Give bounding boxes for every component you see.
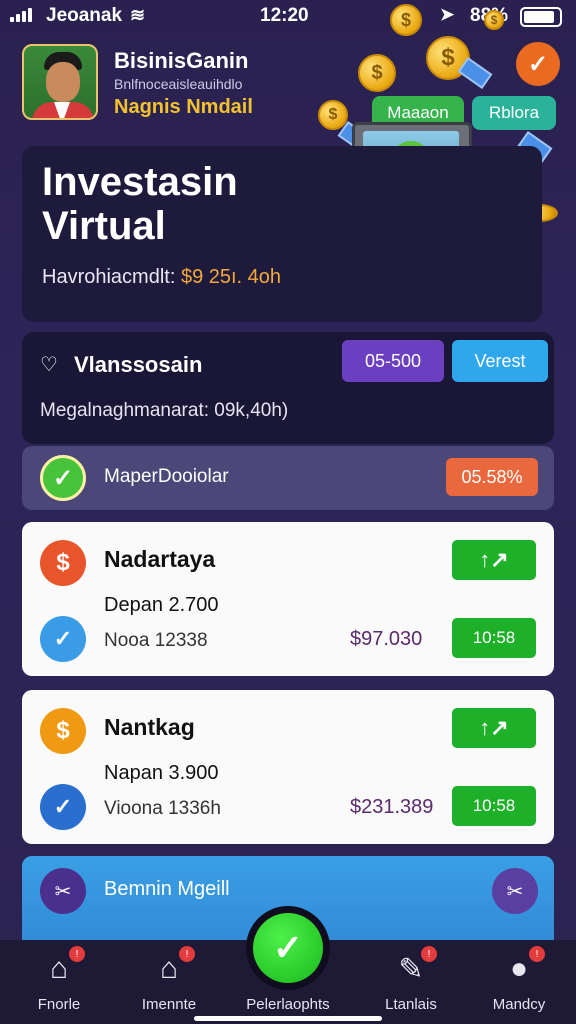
- trend-up-button[interactable]: ↑↗: [452, 540, 536, 580]
- scissors-icon[interactable]: ✂: [492, 868, 538, 914]
- battery-icon: [520, 7, 562, 27]
- heart-icon: ♡: [40, 354, 58, 376]
- investment-name: Nantkag: [104, 714, 195, 740]
- time-button[interactable]: 10:58: [452, 786, 536, 826]
- coin-icon: $: [390, 4, 422, 36]
- nav-label: Ltanlais: [385, 996, 437, 1013]
- avatar[interactable]: [22, 44, 98, 120]
- nav-label: Imennte: [141, 996, 197, 1013]
- check-icon: ✓: [40, 455, 86, 501]
- nav-home[interactable]: ⌂! Fnorle: [4, 940, 114, 1024]
- profile-role: Nagnis Nmdail: [114, 96, 253, 118]
- investment-name: Nadartaya: [104, 546, 216, 572]
- nav-label: Fnorle: [37, 996, 81, 1013]
- coin-icon: $: [358, 54, 396, 92]
- hero-card: Investasin Virtual Havrohiacmdlt: $9 25ı…: [22, 146, 542, 322]
- status-row-label: MaperDooiolar: [104, 466, 229, 487]
- coin-icon: $: [484, 10, 504, 30]
- clock: 12:20: [260, 5, 309, 26]
- investment-deposit: Depan 2.700: [104, 594, 219, 616]
- nav-label: Mandcy: [492, 996, 546, 1013]
- check-icon: ✓: [40, 616, 86, 662]
- nav-house[interactable]: ⌂! Imennte: [114, 940, 224, 1024]
- status-badge: 05.58%: [446, 458, 538, 496]
- profile-name: BisinisGanin: [114, 48, 249, 73]
- dollar-icon: $: [40, 540, 86, 586]
- investment-amount: $97.030: [350, 628, 423, 650]
- summary-card: ♡ Vlanssosain 05-500 Verest Megalnaghman…: [22, 332, 554, 444]
- home-icon: ⌂!: [39, 946, 85, 988]
- check-icon: ✓: [253, 913, 323, 983]
- wifi-icon: ≋: [130, 5, 146, 25]
- center-action-button[interactable]: ✓: [246, 906, 330, 990]
- check-icon: ✓: [40, 784, 86, 830]
- hero-stat: Havrohiacmdlt: $9 25ı. 4oh: [42, 266, 281, 289]
- time-button[interactable]: 10:58: [452, 618, 536, 658]
- investment-deposit: Napan 3.900: [104, 762, 219, 784]
- hero-title: Investasin Virtual: [42, 160, 238, 248]
- teal-pill[interactable]: Rblora: [472, 96, 556, 130]
- check-icon[interactable]: ✓: [516, 42, 560, 86]
- investment-card[interactable]: $ Nantkag ↑↗ Napan 3.900 ✓ Vioona 1336h …: [22, 690, 554, 844]
- profile-subtitle: Bnlfnoceaisleauihdlo: [114, 76, 243, 92]
- summary-sub: Megalnaghmanarat: 09k,40h): [40, 400, 289, 421]
- location-icon: ➤: [440, 5, 455, 24]
- invest-button[interactable]: Verest: [452, 340, 548, 382]
- nav-notebook[interactable]: ✎! Ltanlais: [356, 940, 466, 1024]
- notebook-icon: ✎!: [391, 946, 437, 988]
- user-icon: ●!: [499, 946, 545, 988]
- signal-icon: [10, 8, 32, 22]
- investment-volume: Vioona 1336h: [104, 798, 221, 819]
- promo-label: Bemnin Mgeill: [104, 878, 230, 900]
- carrier-label: Jeoanak: [46, 5, 123, 26]
- home-indicator[interactable]: [194, 1016, 382, 1021]
- scissors-icon: ✂: [40, 868, 86, 914]
- nav-label: Pelerlaophts: [246, 996, 330, 1013]
- summary-title: Vlanssosain: [74, 352, 203, 377]
- dollar-icon: $: [40, 708, 86, 754]
- hero-stat-label: Havrohiacmdlt:: [42, 266, 176, 288]
- investment-card[interactable]: $ Nadartaya ↑↗ Depan 2.700 ✓ Nooa 12338 …: [22, 522, 554, 676]
- amount-button[interactable]: 05-500: [342, 340, 444, 382]
- investment-volume: Nooa 12338: [104, 630, 208, 651]
- hero-stat-value: $9 25ı. 4oh: [180, 266, 282, 288]
- profile-header[interactable]: BisinisGanin Bnlfnoceaisleauihdlo Nagnis…: [22, 44, 322, 124]
- trend-up-button[interactable]: ↑↗: [452, 708, 536, 748]
- house-icon: ⌂!: [149, 946, 195, 988]
- investment-amount: $231.389: [350, 796, 434, 818]
- status-row[interactable]: ✓ MaperDooiolar 05.58%: [22, 446, 554, 510]
- nav-user[interactable]: ●! Mandcy: [464, 940, 574, 1024]
